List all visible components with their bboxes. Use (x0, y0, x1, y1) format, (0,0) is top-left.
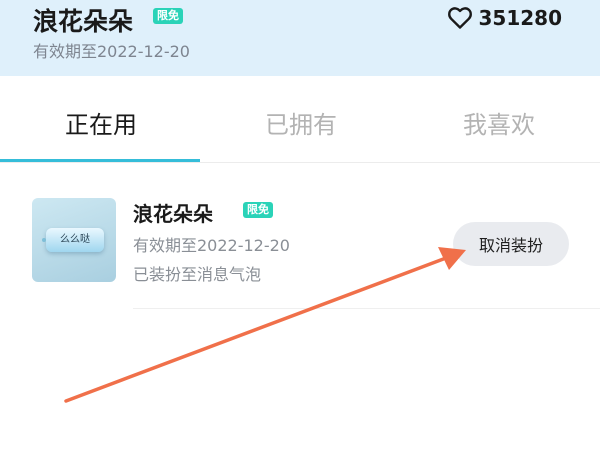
heart-icon (447, 7, 472, 29)
validity-text: 有效期至2022-12-20 (33, 42, 190, 61)
list-item: 么么哒 浪花朵朵 限免 有效期至2022-12-20 已装扮至消息气泡 取消装扮 (0, 176, 600, 310)
theme-header: 浪花朵朵 限免 有效期至2022-12-20 351280 (0, 0, 600, 76)
bubble-preview: 么么哒 (46, 228, 104, 252)
cancel-dress-up-button[interactable]: 取消装扮 (453, 222, 569, 266)
item-status: 已装扮至消息气泡 (133, 265, 262, 284)
item-title: 浪花朵朵 (133, 202, 213, 226)
divider (133, 308, 600, 309)
theme-title: 浪花朵朵 (33, 7, 134, 36)
tab-favorites[interactable]: 我喜欢 (463, 105, 535, 140)
likes-count: 351280 (478, 6, 563, 30)
bubble-preview-text: 么么哒 (60, 234, 90, 245)
bubble-preview-thumbnail[interactable]: 么么哒 (32, 198, 116, 282)
likes-button[interactable]: 351280 (447, 6, 563, 30)
tab-owned[interactable]: 已拥有 (265, 105, 337, 140)
active-tab-indicator (0, 159, 200, 162)
item-free-badge: 限免 (243, 202, 273, 218)
tab-bar: 正在用 已拥有 我喜欢 (0, 76, 600, 163)
bubble-dot (42, 238, 46, 242)
item-validity: 有效期至2022-12-20 (133, 236, 290, 255)
tab-in-use[interactable]: 正在用 (65, 105, 137, 140)
free-badge: 限免 (153, 8, 183, 24)
